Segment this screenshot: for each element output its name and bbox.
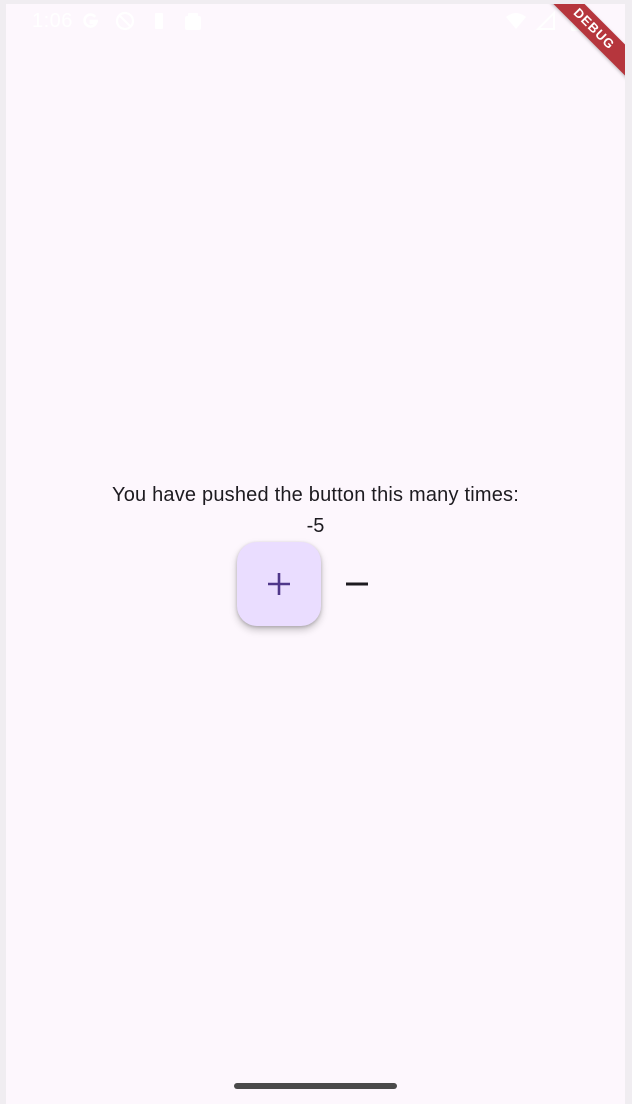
dnd-icon: [114, 10, 136, 32]
android-icon: [182, 10, 204, 32]
plus-icon: [265, 570, 293, 598]
decrement-button[interactable]: [337, 564, 377, 604]
status-time: 1:06: [32, 10, 73, 32]
status-icons-left: [80, 10, 204, 32]
sim-icon: [148, 10, 170, 32]
counter-value: -5: [306, 515, 325, 537]
counter-message: You have pushed the button this many tim…: [111, 484, 519, 506]
minus-icon: [345, 572, 369, 596]
signal-icon: [535, 10, 557, 32]
google-icon: [80, 10, 102, 32]
increment-button[interactable]: [237, 542, 321, 626]
status-bar: 1:06: [6, 4, 625, 38]
app-screen: 1:06 DEBUG You have pushed the button th…: [6, 4, 625, 1104]
gesture-nav-handle[interactable]: [234, 1083, 397, 1089]
wifi-icon: [505, 10, 527, 32]
